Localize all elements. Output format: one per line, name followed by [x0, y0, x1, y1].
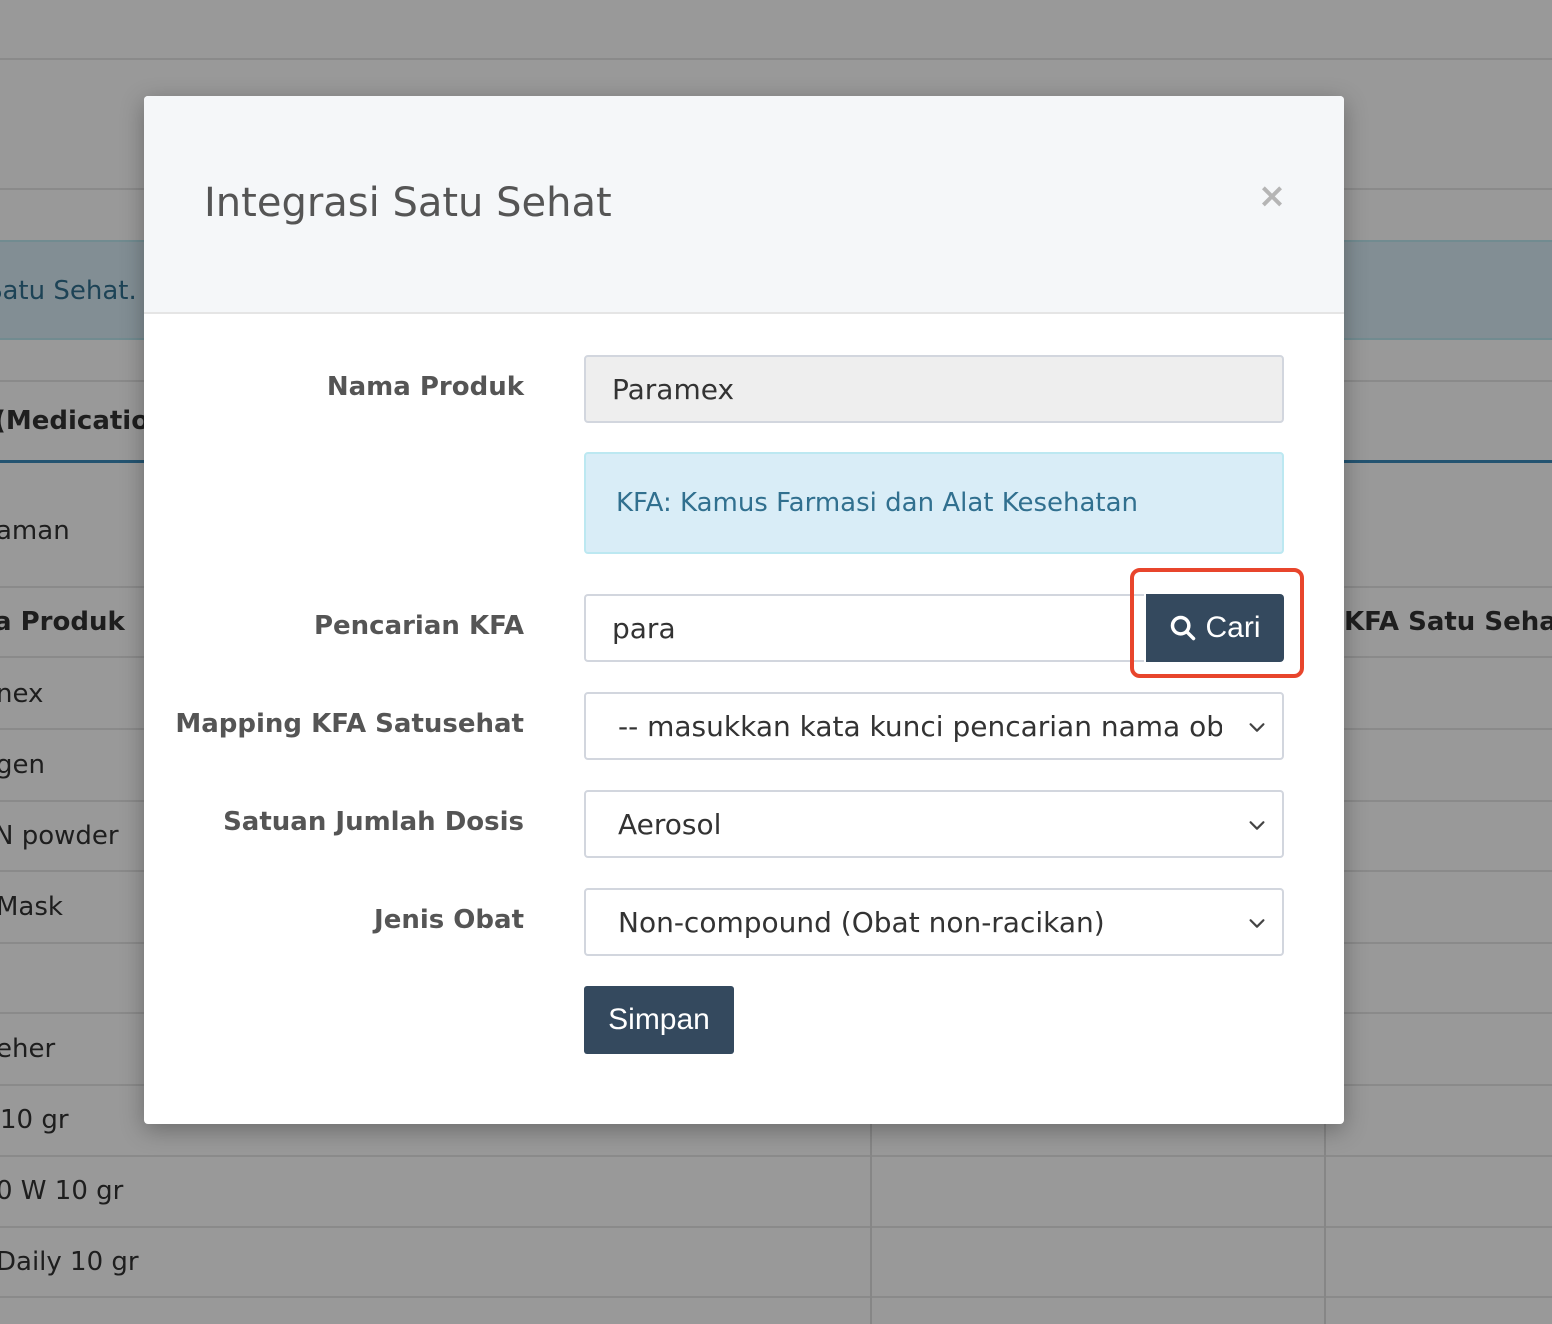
cari-button[interactable]: Cari [1146, 594, 1284, 662]
chevron-down-icon [1249, 723, 1265, 732]
mapping-kfa-select[interactable]: -- masukkan kata kunci pencarian nama ob… [584, 692, 1284, 760]
satuan-dosis-selected: Aerosol [618, 807, 722, 841]
search-icon [1171, 615, 1196, 641]
chevron-down-icon [1249, 821, 1265, 830]
nama-produk-field: Paramex [584, 355, 1284, 423]
pencarian-kfa-value: para [612, 611, 676, 645]
jenis-obat-select[interactable]: Non-compound (Obat non-racikan) [584, 888, 1284, 956]
kfa-info-text: KFA: Kamus Farmasi dan Alat Kesehatan [616, 488, 1139, 518]
nama-produk-value: Paramex [612, 372, 735, 406]
chevron-down-icon [1249, 919, 1265, 928]
kfa-info-box: KFA: Kamus Farmasi dan Alat Kesehatan [584, 452, 1284, 554]
jenis-obat-label: Jenis Obat [374, 905, 524, 935]
pencarian-kfa-input[interactable]: para [584, 594, 1144, 662]
modal-title: Integrasi Satu Sehat [204, 180, 612, 226]
modal-header: Integrasi Satu Sehat × [144, 96, 1344, 314]
integrasi-modal: Integrasi Satu Sehat × Nama Produk Param… [144, 96, 1344, 1124]
mapping-kfa-selected: -- masukkan kata kunci pencarian nama ob… [618, 709, 1222, 743]
jenis-obat-selected: Non-compound (Obat non-racikan) [618, 905, 1105, 939]
close-button[interactable]: × [1256, 176, 1288, 216]
pencarian-kfa-label: Pencarian KFA [313, 611, 524, 641]
cari-button-label: Cari [1205, 611, 1261, 644]
satuan-dosis-label: Satuan Jumlah Dosis [223, 807, 524, 837]
satuan-dosis-select[interactable]: Aerosol [584, 790, 1284, 858]
simpan-button[interactable]: Simpan [584, 986, 734, 1054]
mapping-kfa-label: Mapping KFA Satusehat [175, 709, 524, 739]
nama-produk-label: Nama Produk [326, 372, 524, 402]
